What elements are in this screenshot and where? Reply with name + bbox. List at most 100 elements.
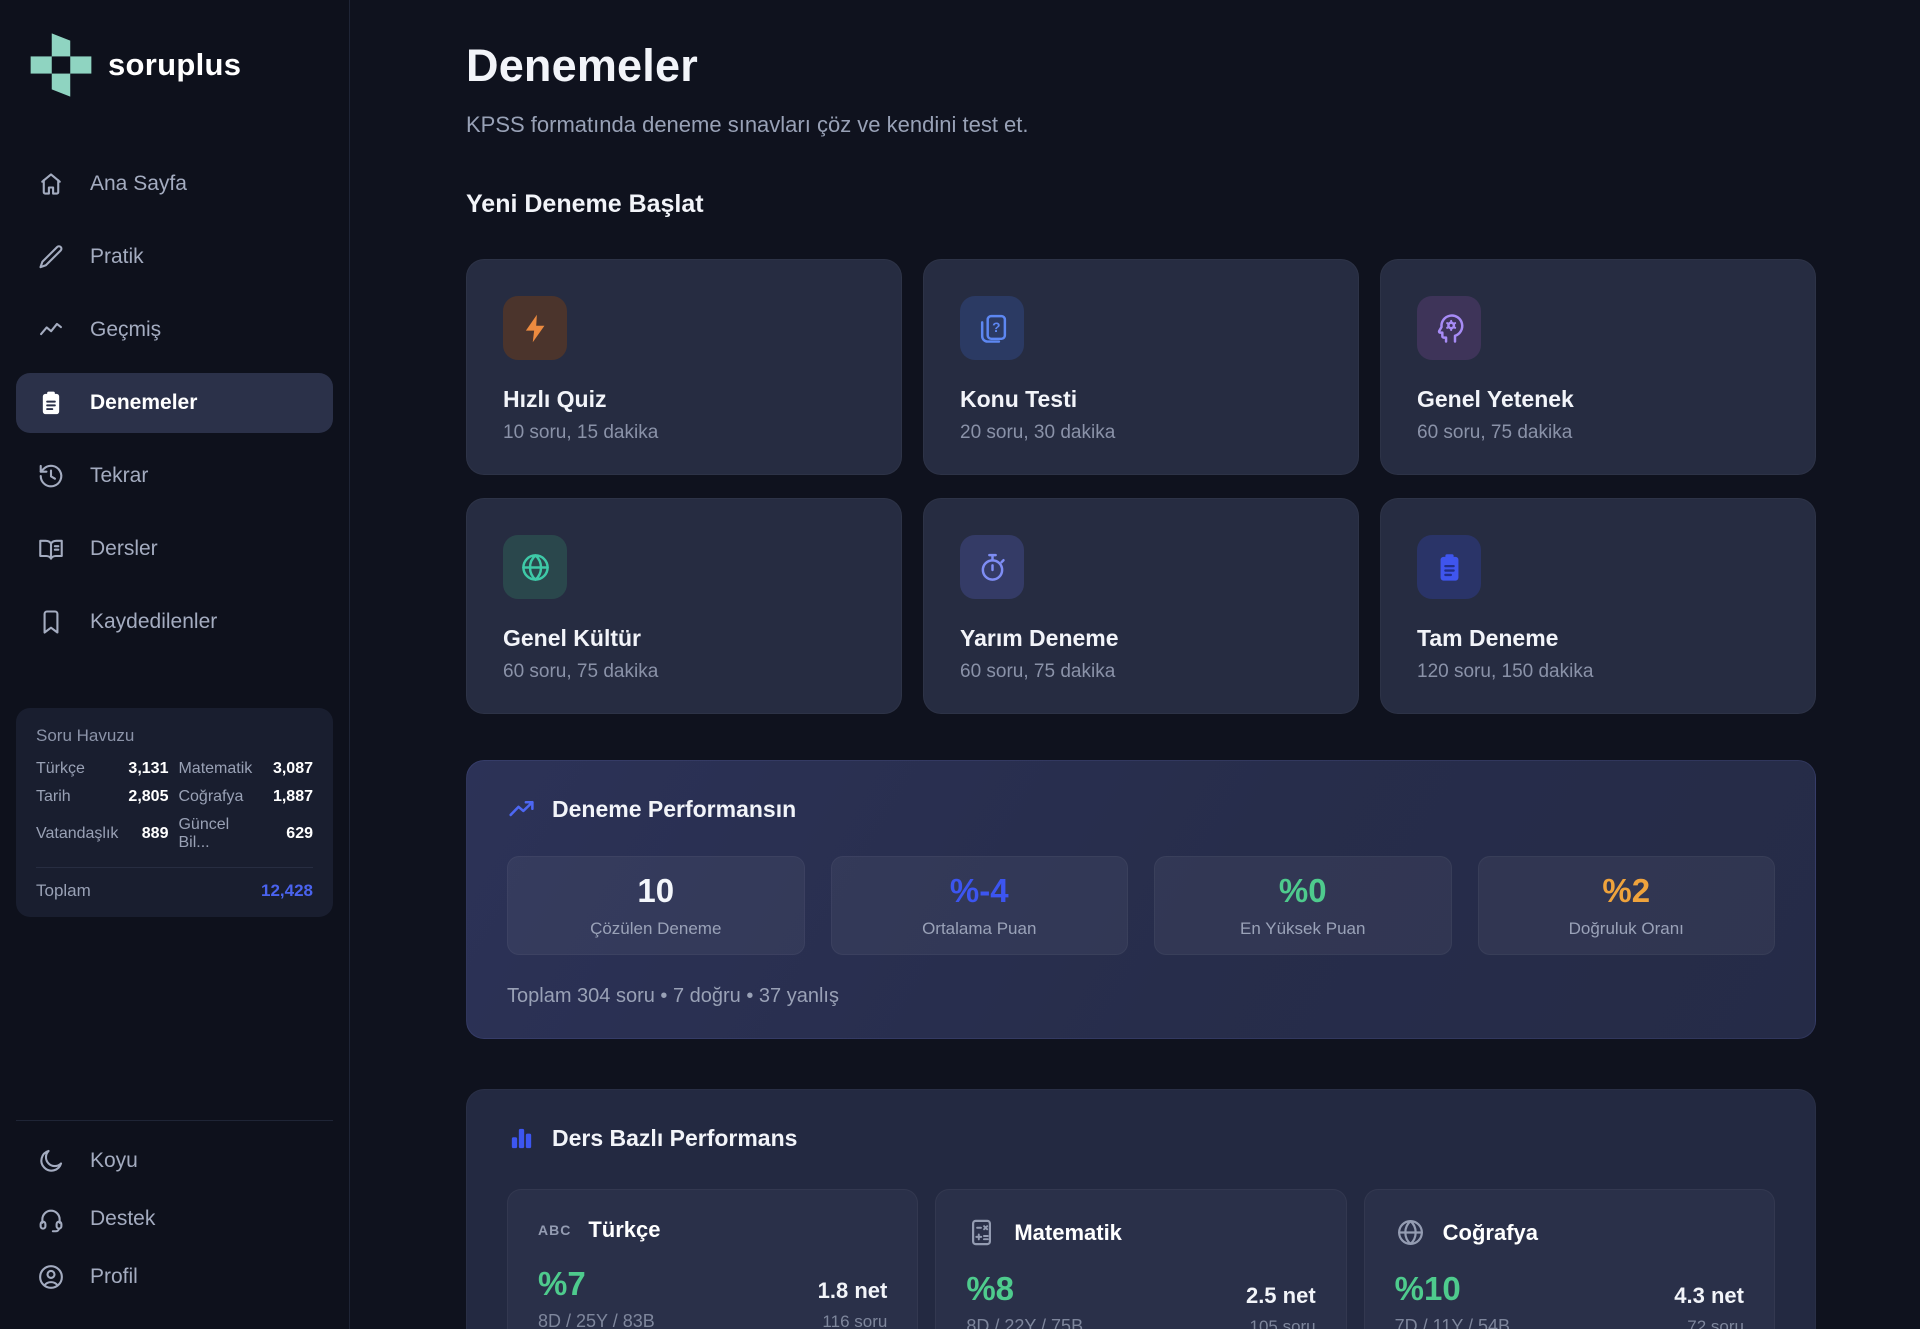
theme-toggle-koyu[interactable]: Koyu bbox=[16, 1133, 333, 1189]
subject-percent: %7 bbox=[538, 1265, 655, 1303]
subject-breakdown: 7D / 11Y / 54B bbox=[1395, 1316, 1510, 1329]
start-card-hizli-quiz[interactable]: Hızlı Quiz 10 soru, 15 dakika bbox=[466, 259, 902, 475]
subject-question-count: 116 soru bbox=[818, 1312, 888, 1329]
soruplus-plus-icon bbox=[28, 30, 94, 100]
sidebar-item-kaydedilenler[interactable]: Kaydedilenler bbox=[16, 592, 333, 652]
divider bbox=[36, 867, 313, 868]
start-card-subtitle: 60 soru, 75 dakika bbox=[503, 661, 865, 683]
start-card-title: Hızlı Quiz bbox=[503, 386, 865, 413]
subject-card-turkce: ABC Türkçe %7 8D / 25Y / 83B 1.8 net 116… bbox=[507, 1189, 918, 1329]
subject-stats: %7 8D / 25Y / 83B 1.8 net 116 soru bbox=[538, 1265, 887, 1329]
subject-breakdown: 8D / 22Y / 75B bbox=[966, 1316, 1083, 1329]
start-card-subtitle: 60 soru, 75 dakika bbox=[1417, 422, 1779, 444]
pool-total-value: 12,428 bbox=[261, 881, 313, 901]
start-card-grid: Hızlı Quiz 10 soru, 15 dakika ? Konu Tes… bbox=[466, 259, 1920, 714]
sidebar-item-label: Tekrar bbox=[90, 464, 148, 488]
subject-stats: %10 7D / 11Y / 54B 4.3 net 72 soru bbox=[1395, 1270, 1744, 1329]
sidebar: soruplus Ana Sayfa Pratik Geçmiş bbox=[0, 0, 350, 1329]
start-card-genel-kultur[interactable]: Genel Kültür 60 soru, 75 dakika bbox=[466, 498, 902, 714]
moon-icon bbox=[37, 1147, 65, 1175]
start-card-tam-deneme[interactable]: Tam Deneme 120 soru, 150 dakika bbox=[1380, 498, 1816, 714]
abc-icon: ABC bbox=[538, 1222, 571, 1238]
subject-card-cografya: Coğrafya %10 7D / 11Y / 54B 4.3 net 72 s… bbox=[1364, 1189, 1775, 1329]
pool-subject-value: 889 bbox=[128, 825, 168, 843]
subject-name: Coğrafya bbox=[1443, 1220, 1538, 1246]
pool-subject-value: 1,887 bbox=[273, 788, 313, 806]
stat-value: %-4 bbox=[950, 872, 1009, 910]
headset-icon bbox=[37, 1205, 65, 1233]
subject-breakdown: 8D / 25Y / 83B bbox=[538, 1311, 655, 1329]
sidebar-item-label: Kaydedilenler bbox=[90, 610, 217, 634]
subject-panel-title: Ders Bazlı Performans bbox=[552, 1125, 797, 1152]
stat-cozulen-deneme: 10 Çözülen Deneme bbox=[507, 856, 805, 955]
subject-card-header: Coğrafya bbox=[1395, 1217, 1744, 1248]
subject-card-matematik: Matematik %8 8D / 22Y / 75B 2.5 net 105 … bbox=[935, 1189, 1346, 1329]
subject-question-count: 72 soru bbox=[1674, 1317, 1744, 1329]
sidebar-item-tekrar[interactable]: Tekrar bbox=[16, 446, 333, 506]
sidebar-item-label: Dersler bbox=[90, 537, 158, 561]
brand-logo[interactable]: soruplus bbox=[16, 26, 333, 100]
clipboard-icon bbox=[37, 389, 65, 417]
question-pool-panel: Soru Havuzu Türkçe 3,131 Matematik 3,087… bbox=[16, 708, 333, 917]
stat-label: Ortalama Puan bbox=[922, 919, 1036, 939]
sidebar-item-gecmis[interactable]: Geçmiş bbox=[16, 300, 333, 360]
pool-subject-value: 3,087 bbox=[273, 760, 313, 778]
performance-panel-title: Deneme Performansın bbox=[552, 796, 796, 823]
subject-performance-panel: Ders Bazlı Performans ABC Türkçe %7 8D /… bbox=[466, 1089, 1816, 1329]
trending-up-icon bbox=[507, 795, 536, 824]
stat-ortalama-puan: %-4 Ortalama Puan bbox=[831, 856, 1129, 955]
sidebar-item-denemeler[interactable]: Denemeler bbox=[16, 373, 333, 433]
sidebar-item-destek[interactable]: Destek bbox=[16, 1191, 333, 1247]
start-section-title: Yeni Deneme Başlat bbox=[466, 190, 1920, 219]
start-card-title: Konu Testi bbox=[960, 386, 1322, 413]
performance-panel-header: Deneme Performansın bbox=[507, 795, 1775, 824]
performance-summary: Toplam 304 soru • 7 doğru • 37 yanlış bbox=[507, 985, 1775, 1008]
sidebar-item-pratik[interactable]: Pratik bbox=[16, 227, 333, 287]
question-pool-title: Soru Havuzu bbox=[36, 726, 313, 746]
pool-subject-label: Tarih bbox=[36, 788, 118, 806]
footer-item-label: Profil bbox=[90, 1265, 138, 1289]
stat-en-yuksek-puan: %0 En Yüksek Puan bbox=[1154, 856, 1452, 955]
bookmark-icon bbox=[37, 608, 65, 636]
page-title: Denemeler bbox=[466, 40, 1920, 92]
stopwatch-icon bbox=[960, 535, 1024, 599]
sidebar-item-dersler[interactable]: Dersler bbox=[16, 519, 333, 579]
pencil-icon bbox=[37, 243, 65, 271]
home-icon bbox=[37, 170, 65, 198]
start-card-yarim-deneme[interactable]: Yarım Deneme 60 soru, 75 dakika bbox=[923, 498, 1359, 714]
sidebar-item-ana-sayfa[interactable]: Ana Sayfa bbox=[16, 154, 333, 214]
start-card-subtitle: 20 soru, 30 dakika bbox=[960, 422, 1322, 444]
start-card-title: Genel Yetenek bbox=[1417, 386, 1779, 413]
start-card-title: Yarım Deneme bbox=[960, 625, 1322, 652]
bolt-icon bbox=[503, 296, 567, 360]
head-gear-icon bbox=[1417, 296, 1481, 360]
subject-percent: %8 bbox=[966, 1270, 1083, 1308]
stat-label: Doğruluk Oranı bbox=[1569, 919, 1684, 939]
subject-percent: %10 bbox=[1395, 1270, 1510, 1308]
subject-net: 4.3 net bbox=[1674, 1283, 1744, 1309]
svg-text:?: ? bbox=[992, 320, 1000, 335]
start-card-genel-yetenek[interactable]: Genel Yetenek 60 soru, 75 dakika bbox=[1380, 259, 1816, 475]
pool-subject-label: Matematik bbox=[178, 760, 262, 778]
sidebar-item-label: Geçmiş bbox=[90, 318, 161, 342]
stat-label: Çözülen Deneme bbox=[590, 919, 721, 939]
subject-question-count: 105 soru bbox=[1246, 1317, 1316, 1329]
pool-subject-label: Güncel Bil... bbox=[178, 816, 262, 852]
subject-name: Matematik bbox=[1014, 1220, 1122, 1246]
start-card-title: Tam Deneme bbox=[1417, 625, 1779, 652]
start-card-title: Genel Kültür bbox=[503, 625, 865, 652]
trend-line-icon bbox=[37, 316, 65, 344]
book-open-icon bbox=[37, 535, 65, 563]
subject-net: 2.5 net bbox=[1246, 1283, 1316, 1309]
subject-panel-header: Ders Bazlı Performans bbox=[507, 1124, 1775, 1153]
subject-card-grid: ABC Türkçe %7 8D / 25Y / 83B 1.8 net 116… bbox=[507, 1189, 1775, 1329]
question-pool-grid: Türkçe 3,131 Matematik 3,087 Tarih 2,805… bbox=[36, 760, 313, 852]
stat-value: 10 bbox=[637, 872, 674, 910]
clipboard-filled-icon bbox=[1417, 535, 1481, 599]
start-card-konu-testi[interactable]: ? Konu Testi 20 soru, 30 dakika bbox=[923, 259, 1359, 475]
start-card-subtitle: 120 soru, 150 dakika bbox=[1417, 661, 1779, 683]
sidebar-footer: Koyu Destek Profil bbox=[16, 1120, 333, 1305]
footer-item-label: Koyu bbox=[90, 1149, 138, 1173]
globe-icon bbox=[1395, 1217, 1426, 1248]
sidebar-item-profil[interactable]: Profil bbox=[16, 1249, 333, 1305]
